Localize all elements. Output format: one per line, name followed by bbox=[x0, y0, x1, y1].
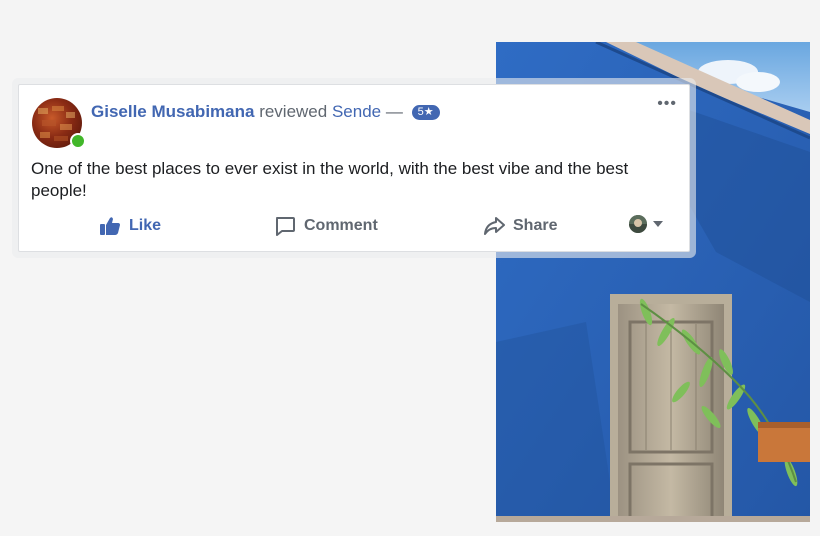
rating-badge: 5★ bbox=[411, 105, 440, 120]
reviewed-page-link[interactable]: Sende bbox=[332, 102, 381, 121]
comment-label: Comment bbox=[304, 217, 378, 234]
chevron-down-icon bbox=[653, 221, 663, 227]
like-label: Like bbox=[129, 217, 162, 234]
user-avatar-small bbox=[629, 215, 647, 233]
thumbs-up-icon bbox=[100, 217, 120, 235]
user-avatar-image bbox=[629, 215, 647, 233]
share-label: Share bbox=[513, 217, 558, 234]
audience-selector[interactable] bbox=[629, 215, 663, 233]
like-button[interactable]: Like bbox=[99, 213, 161, 239]
review-header: Giselle Musabimana reviewed Sende — 5★ bbox=[91, 101, 440, 123]
online-status-icon bbox=[70, 133, 86, 149]
more-options-icon: ••• bbox=[657, 95, 677, 112]
action-bar: Like Comment Share bbox=[19, 213, 689, 239]
review-verb: reviewed bbox=[259, 102, 328, 121]
review-text: One of the best places to ever exist in … bbox=[31, 159, 629, 200]
comment-button[interactable]: Comment bbox=[274, 213, 378, 239]
share-arrow-icon bbox=[484, 217, 505, 235]
header-separator: — bbox=[385, 102, 403, 121]
author-name-link[interactable]: Giselle Musabimana bbox=[91, 102, 254, 121]
share-button[interactable]: Share bbox=[483, 213, 557, 239]
more-options-button[interactable]: ••• bbox=[657, 95, 677, 112]
comment-bubble-icon bbox=[276, 217, 295, 236]
review-card: Giselle Musabimana reviewed Sende — 5★ •… bbox=[18, 84, 690, 252]
